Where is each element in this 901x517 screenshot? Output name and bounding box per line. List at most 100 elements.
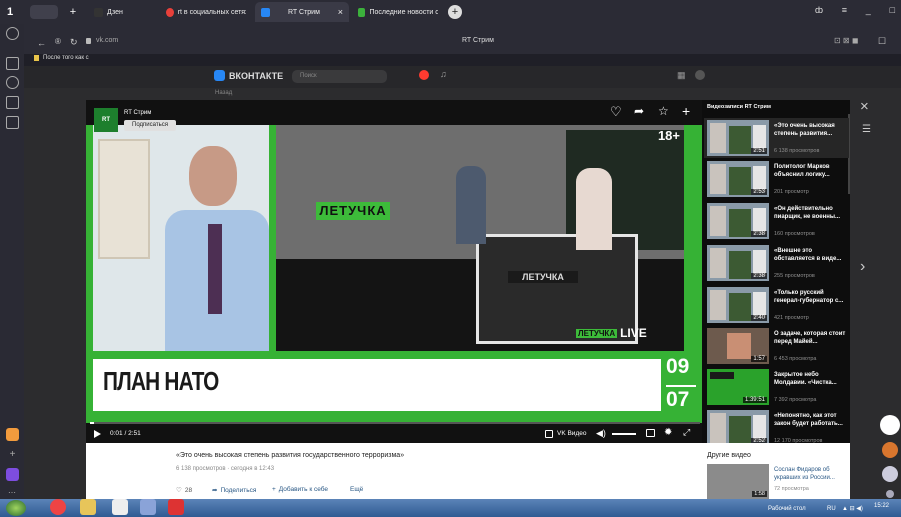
other-video-item[interactable]: 1:58 Сослан Фидаров об укравших из Росси… (707, 464, 847, 499)
play-button[interactable] (94, 430, 101, 438)
subscribe-button[interactable]: Подписаться (124, 120, 176, 131)
yandex-icon (166, 7, 174, 17)
sidebar-add-icon[interactable]: + (6, 448, 19, 461)
live-sign-brand: ЛЕТУЧКА (576, 328, 618, 338)
share-button[interactable]: ➦ Поделиться (212, 486, 256, 495)
studio-panel: ЛЕТУЧКА ЛЕТУЧКА 18+ ЛЕТУЧКА LIVE (276, 125, 684, 351)
tab-menu-button[interactable] (30, 5, 58, 19)
start-button[interactable] (6, 500, 26, 516)
video-views: 255 просмотров (774, 273, 815, 279)
close-viewer-icon[interactable]: × (860, 98, 869, 115)
float-camera-icon[interactable] (882, 466, 898, 482)
next-arrow-icon[interactable]: › (860, 258, 865, 276)
vk-header (24, 66, 901, 88)
tab-close-icon[interactable]: × (338, 7, 343, 17)
vk-logo[interactable]: ВКОНТАКТЕ (214, 70, 283, 81)
like-icon[interactable]: ♡ (610, 104, 622, 120)
playlist-item[interactable]: 2:53 Политолог Марков объяснил логику...… (707, 161, 847, 199)
back-icon[interactable]: ← (37, 38, 46, 48)
favorite-icon[interactable]: ☆ (658, 104, 669, 118)
history-icon[interactable] (6, 27, 19, 40)
desk-sign: ЛЕТУЧКА (508, 271, 578, 283)
add-tab-button[interactable]: + (448, 5, 462, 19)
channel-avatar[interactable]: RT (94, 108, 118, 132)
extensions-icon[interactable]: ☐ (878, 36, 886, 47)
tab-news[interactable]: Последние новости о сос (352, 2, 444, 22)
playlist-item[interactable]: 1:57 О задаче, которая стоит перед Майей… (707, 328, 847, 366)
tab-label: Дзен (107, 8, 123, 16)
page-title: RT Стрим (462, 37, 494, 44)
explorer-taskbar-icon[interactable] (80, 499, 96, 515)
new-tab-icon[interactable]: + (66, 5, 80, 19)
other-videos-header: Другие видео (707, 452, 751, 459)
easy-setup-icon[interactable]: ≡ (842, 5, 847, 19)
profile-avatar[interactable] (695, 70, 705, 80)
tab-rt-stream[interactable]: RT Стрим × (255, 2, 349, 22)
add-label: Добавить к себе (278, 486, 329, 493)
other-title: Сослан Фидаров об укравших из России... (774, 467, 835, 481)
fullscreen-icon[interactable]: ⤢ (683, 427, 690, 438)
pinboard-icon[interactable] (6, 96, 19, 109)
settings-gear-icon[interactable]: ✹ (664, 427, 672, 438)
video-title: «Это очень высокая степень развития... (774, 123, 835, 137)
playlist-item[interactable]: 2:38 «Он действительно пиарщик, не военн… (707, 203, 847, 241)
vk-search-input[interactable]: Поиск (292, 70, 387, 83)
messenger-icon[interactable] (6, 428, 19, 441)
subtitles-icon[interactable] (646, 429, 655, 437)
video-thumbnail: 2:40 (707, 287, 769, 323)
list-toggle-icon[interactable]: ☰ (862, 124, 871, 135)
tab-rt-social[interactable]: rt в социальных сетях — (160, 2, 252, 22)
speaker-head (189, 146, 237, 206)
channel-name[interactable]: RT Стрим (124, 110, 151, 116)
yandex-taskbar-icon[interactable] (112, 499, 128, 515)
vpn-icon[interactable]: ® (55, 37, 61, 46)
volume-icon[interactable]: ◀) (596, 428, 606, 439)
opera-logo-icon[interactable]: 1 (7, 6, 17, 18)
duration-badge: 2:38 (751, 231, 767, 237)
playlist-item[interactable]: 1:39:51 Закрытое небо Молдавии. «Чистка.… (707, 369, 847, 407)
music-icon[interactable]: ♫ (440, 69, 447, 79)
float-avatar[interactable] (882, 442, 898, 458)
tab-dzen[interactable]: Дзен (88, 2, 150, 22)
desktop-label[interactable]: Рабочий стол (768, 506, 806, 512)
video-thumbnail: 2:52 (707, 410, 769, 446)
tray-icons[interactable]: ▲ ⊟ ◀) (842, 505, 863, 512)
opera-taskbar-icon[interactable] (50, 499, 66, 515)
share-arrow-icon: ➦ (212, 487, 218, 494)
float-button-blue[interactable] (880, 415, 900, 435)
wallet-icon[interactable] (6, 57, 19, 70)
more-button[interactable]: Ещё (350, 486, 363, 493)
volume-slider[interactable] (612, 433, 636, 435)
playlist-item[interactable]: 2:51 «Это очень высокая степень развития… (707, 120, 847, 158)
progress-fill (90, 422, 94, 424)
bookmark-icon[interactable]: ⊡ ⊠ ◼ (834, 36, 859, 45)
share-icon[interactable]: ➦ (634, 104, 644, 118)
snapshot-icon[interactable]: ȸ (815, 5, 823, 19)
pdf-taskbar-icon[interactable] (168, 499, 184, 515)
language-indicator[interactable]: RU (827, 506, 836, 512)
apps-icon[interactable]: ▦ (677, 70, 686, 81)
add-to-me-button[interactable]: + Добавить к себе (272, 486, 328, 493)
minimize-icon[interactable]: _ (866, 5, 871, 19)
float-chat-icon[interactable] (886, 490, 894, 498)
more-icon[interactable]: ⋯ (8, 488, 16, 497)
other-views: 72 просмотра (774, 486, 809, 492)
vk-back-label[interactable]: Назад (215, 90, 232, 96)
vk-video-label[interactable]: VK Видео (557, 430, 586, 437)
playlist-item[interactable]: 2:40 «Только русский генерал-губернатор … (707, 287, 847, 325)
maximize-icon[interactable]: □ (890, 5, 895, 19)
app-taskbar-icon[interactable] (140, 499, 156, 515)
aria-icon[interactable] (6, 468, 19, 481)
player-icon[interactable] (6, 76, 19, 89)
video-frame: ЛЕТУЧКА ЛЕТУЧКА 18+ ЛЕТУЧКА LIVE ПЛАН НА… (86, 125, 702, 423)
like-button[interactable]: ♡ 28 (176, 486, 192, 495)
progress-track[interactable] (90, 422, 700, 424)
notifications-icon[interactable] (419, 70, 429, 80)
download-icon[interactable] (6, 116, 19, 129)
url-field[interactable]: vk.com (96, 37, 118, 44)
live-sign: ЛЕТУЧКА LIVE (576, 326, 647, 340)
playlist-item[interactable]: 2:38 «Внешне это обставляется в виде... … (707, 245, 847, 283)
bookmark-item[interactable]: После того как с (34, 55, 89, 61)
reload-icon[interactable]: ↻ (70, 37, 78, 48)
add-icon[interactable]: + (682, 103, 690, 119)
